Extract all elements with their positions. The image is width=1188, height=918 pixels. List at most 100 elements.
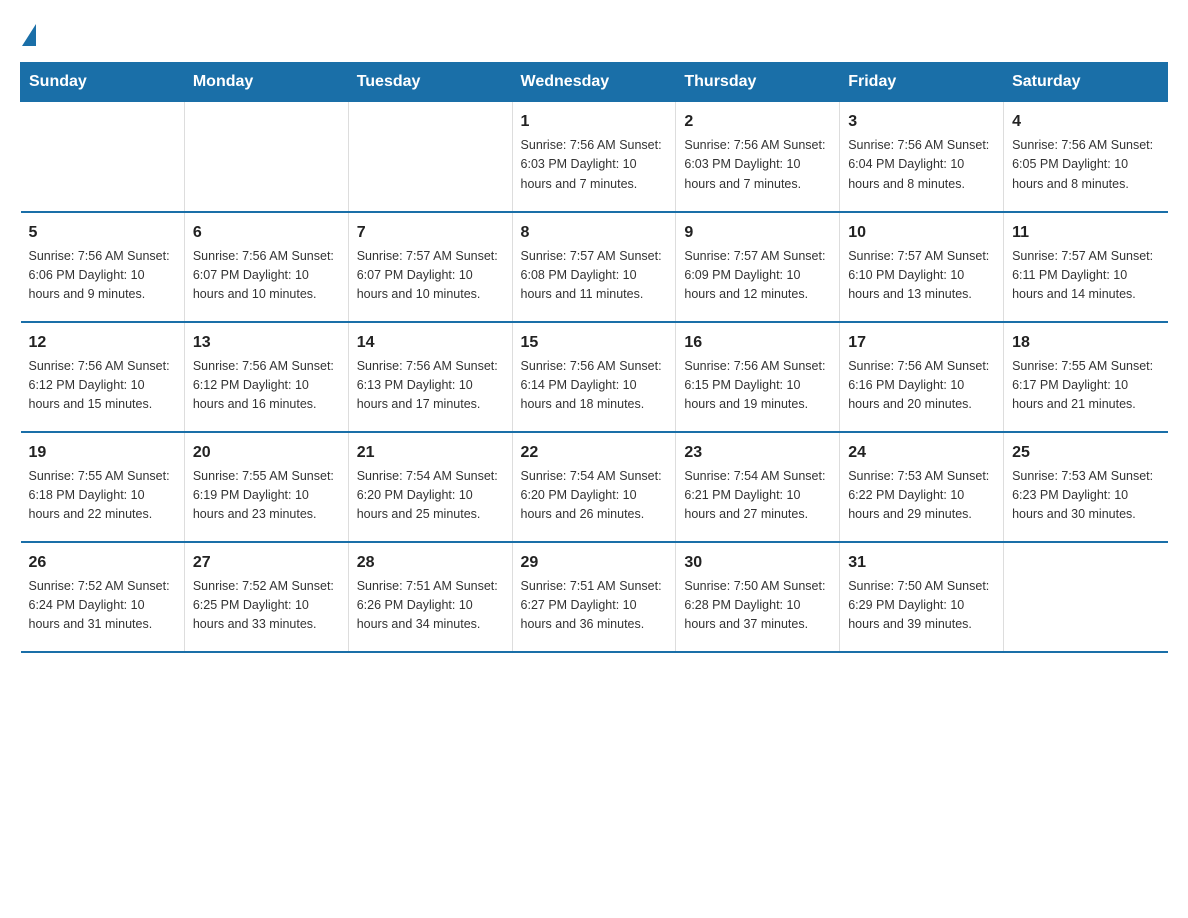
day-info: Sunrise: 7:56 AM Sunset: 6:15 PM Dayligh… <box>684 357 831 415</box>
calendar-cell: 23Sunrise: 7:54 AM Sunset: 6:21 PM Dayli… <box>676 432 840 542</box>
weekday-saturday: Saturday <box>1004 63 1168 102</box>
day-info: Sunrise: 7:57 AM Sunset: 6:08 PM Dayligh… <box>521 247 668 305</box>
calendar-cell: 30Sunrise: 7:50 AM Sunset: 6:28 PM Dayli… <box>676 542 840 652</box>
calendar-cell: 27Sunrise: 7:52 AM Sunset: 6:25 PM Dayli… <box>184 542 348 652</box>
day-info: Sunrise: 7:56 AM Sunset: 6:12 PM Dayligh… <box>29 357 176 415</box>
day-info: Sunrise: 7:56 AM Sunset: 6:04 PM Dayligh… <box>848 136 995 194</box>
day-info: Sunrise: 7:54 AM Sunset: 6:20 PM Dayligh… <box>357 467 504 525</box>
weekday-wednesday: Wednesday <box>512 63 676 102</box>
calendar-cell: 11Sunrise: 7:57 AM Sunset: 6:11 PM Dayli… <box>1004 212 1168 322</box>
day-number: 22 <box>521 441 668 465</box>
calendar-cell: 3Sunrise: 7:56 AM Sunset: 6:04 PM Daylig… <box>840 102 1004 212</box>
day-number: 26 <box>29 551 176 575</box>
calendar-cell: 5Sunrise: 7:56 AM Sunset: 6:06 PM Daylig… <box>21 212 185 322</box>
calendar-cell: 16Sunrise: 7:56 AM Sunset: 6:15 PM Dayli… <box>676 322 840 432</box>
calendar-cell <box>184 102 348 212</box>
day-number: 16 <box>684 331 831 355</box>
calendar-cell: 26Sunrise: 7:52 AM Sunset: 6:24 PM Dayli… <box>21 542 185 652</box>
day-info: Sunrise: 7:56 AM Sunset: 6:05 PM Dayligh… <box>1012 136 1159 194</box>
calendar-cell: 14Sunrise: 7:56 AM Sunset: 6:13 PM Dayli… <box>348 322 512 432</box>
day-number: 21 <box>357 441 504 465</box>
day-number: 30 <box>684 551 831 575</box>
day-info: Sunrise: 7:56 AM Sunset: 6:14 PM Dayligh… <box>521 357 668 415</box>
day-info: Sunrise: 7:50 AM Sunset: 6:29 PM Dayligh… <box>848 577 995 635</box>
calendar-table: SundayMondayTuesdayWednesdayThursdayFrid… <box>20 62 1168 653</box>
day-number: 27 <box>193 551 340 575</box>
day-info: Sunrise: 7:57 AM Sunset: 6:10 PM Dayligh… <box>848 247 995 305</box>
calendar-cell: 29Sunrise: 7:51 AM Sunset: 6:27 PM Dayli… <box>512 542 676 652</box>
week-row-4: 19Sunrise: 7:55 AM Sunset: 6:18 PM Dayli… <box>21 432 1168 542</box>
calendar-cell: 2Sunrise: 7:56 AM Sunset: 6:03 PM Daylig… <box>676 102 840 212</box>
weekday-thursday: Thursday <box>676 63 840 102</box>
day-number: 15 <box>521 331 668 355</box>
weekday-monday: Monday <box>184 63 348 102</box>
day-info: Sunrise: 7:56 AM Sunset: 6:03 PM Dayligh… <box>521 136 668 194</box>
day-info: Sunrise: 7:53 AM Sunset: 6:23 PM Dayligh… <box>1012 467 1159 525</box>
weekday-header-row: SundayMondayTuesdayWednesdayThursdayFrid… <box>21 63 1168 102</box>
day-info: Sunrise: 7:55 AM Sunset: 6:18 PM Dayligh… <box>29 467 176 525</box>
day-number: 6 <box>193 221 340 245</box>
day-info: Sunrise: 7:52 AM Sunset: 6:24 PM Dayligh… <box>29 577 176 635</box>
day-info: Sunrise: 7:51 AM Sunset: 6:26 PM Dayligh… <box>357 577 504 635</box>
day-number: 23 <box>684 441 831 465</box>
day-number: 1 <box>521 110 668 134</box>
day-info: Sunrise: 7:53 AM Sunset: 6:22 PM Dayligh… <box>848 467 995 525</box>
page-header <box>20 20 1168 46</box>
calendar-cell: 10Sunrise: 7:57 AM Sunset: 6:10 PM Dayli… <box>840 212 1004 322</box>
calendar-cell: 18Sunrise: 7:55 AM Sunset: 6:17 PM Dayli… <box>1004 322 1168 432</box>
day-number: 5 <box>29 221 176 245</box>
calendar-cell: 15Sunrise: 7:56 AM Sunset: 6:14 PM Dayli… <box>512 322 676 432</box>
calendar-cell <box>1004 542 1168 652</box>
day-number: 25 <box>1012 441 1159 465</box>
calendar-cell: 7Sunrise: 7:57 AM Sunset: 6:07 PM Daylig… <box>348 212 512 322</box>
day-number: 29 <box>521 551 668 575</box>
calendar-cell: 9Sunrise: 7:57 AM Sunset: 6:09 PM Daylig… <box>676 212 840 322</box>
day-info: Sunrise: 7:56 AM Sunset: 6:12 PM Dayligh… <box>193 357 340 415</box>
logo-triangle-icon <box>22 24 36 46</box>
calendar-cell: 17Sunrise: 7:56 AM Sunset: 6:16 PM Dayli… <box>840 322 1004 432</box>
calendar-cell: 19Sunrise: 7:55 AM Sunset: 6:18 PM Dayli… <box>21 432 185 542</box>
day-number: 10 <box>848 221 995 245</box>
calendar-cell: 8Sunrise: 7:57 AM Sunset: 6:08 PM Daylig… <box>512 212 676 322</box>
calendar-cell: 31Sunrise: 7:50 AM Sunset: 6:29 PM Dayli… <box>840 542 1004 652</box>
calendar-cell: 28Sunrise: 7:51 AM Sunset: 6:26 PM Dayli… <box>348 542 512 652</box>
calendar-cell: 22Sunrise: 7:54 AM Sunset: 6:20 PM Dayli… <box>512 432 676 542</box>
day-info: Sunrise: 7:56 AM Sunset: 6:16 PM Dayligh… <box>848 357 995 415</box>
week-row-1: 1Sunrise: 7:56 AM Sunset: 6:03 PM Daylig… <box>21 102 1168 212</box>
day-info: Sunrise: 7:57 AM Sunset: 6:09 PM Dayligh… <box>684 247 831 305</box>
day-number: 17 <box>848 331 995 355</box>
day-number: 2 <box>684 110 831 134</box>
week-row-3: 12Sunrise: 7:56 AM Sunset: 6:12 PM Dayli… <box>21 322 1168 432</box>
day-number: 11 <box>1012 221 1159 245</box>
day-number: 20 <box>193 441 340 465</box>
day-info: Sunrise: 7:57 AM Sunset: 6:07 PM Dayligh… <box>357 247 504 305</box>
day-number: 7 <box>357 221 504 245</box>
day-number: 24 <box>848 441 995 465</box>
calendar-cell: 20Sunrise: 7:55 AM Sunset: 6:19 PM Dayli… <box>184 432 348 542</box>
day-number: 4 <box>1012 110 1159 134</box>
day-info: Sunrise: 7:57 AM Sunset: 6:11 PM Dayligh… <box>1012 247 1159 305</box>
day-number: 9 <box>684 221 831 245</box>
day-number: 14 <box>357 331 504 355</box>
day-info: Sunrise: 7:56 AM Sunset: 6:06 PM Dayligh… <box>29 247 176 305</box>
calendar-cell: 4Sunrise: 7:56 AM Sunset: 6:05 PM Daylig… <box>1004 102 1168 212</box>
logo <box>20 20 36 46</box>
weekday-sunday: Sunday <box>21 63 185 102</box>
day-info: Sunrise: 7:54 AM Sunset: 6:20 PM Dayligh… <box>521 467 668 525</box>
day-number: 13 <box>193 331 340 355</box>
calendar-cell: 21Sunrise: 7:54 AM Sunset: 6:20 PM Dayli… <box>348 432 512 542</box>
calendar-cell <box>348 102 512 212</box>
calendar-cell: 24Sunrise: 7:53 AM Sunset: 6:22 PM Dayli… <box>840 432 1004 542</box>
weekday-tuesday: Tuesday <box>348 63 512 102</box>
day-info: Sunrise: 7:56 AM Sunset: 6:13 PM Dayligh… <box>357 357 504 415</box>
day-info: Sunrise: 7:56 AM Sunset: 6:07 PM Dayligh… <box>193 247 340 305</box>
day-info: Sunrise: 7:54 AM Sunset: 6:21 PM Dayligh… <box>684 467 831 525</box>
day-info: Sunrise: 7:50 AM Sunset: 6:28 PM Dayligh… <box>684 577 831 635</box>
day-number: 28 <box>357 551 504 575</box>
week-row-2: 5Sunrise: 7:56 AM Sunset: 6:06 PM Daylig… <box>21 212 1168 322</box>
weekday-friday: Friday <box>840 63 1004 102</box>
day-number: 3 <box>848 110 995 134</box>
day-info: Sunrise: 7:55 AM Sunset: 6:19 PM Dayligh… <box>193 467 340 525</box>
day-number: 19 <box>29 441 176 465</box>
day-info: Sunrise: 7:52 AM Sunset: 6:25 PM Dayligh… <box>193 577 340 635</box>
